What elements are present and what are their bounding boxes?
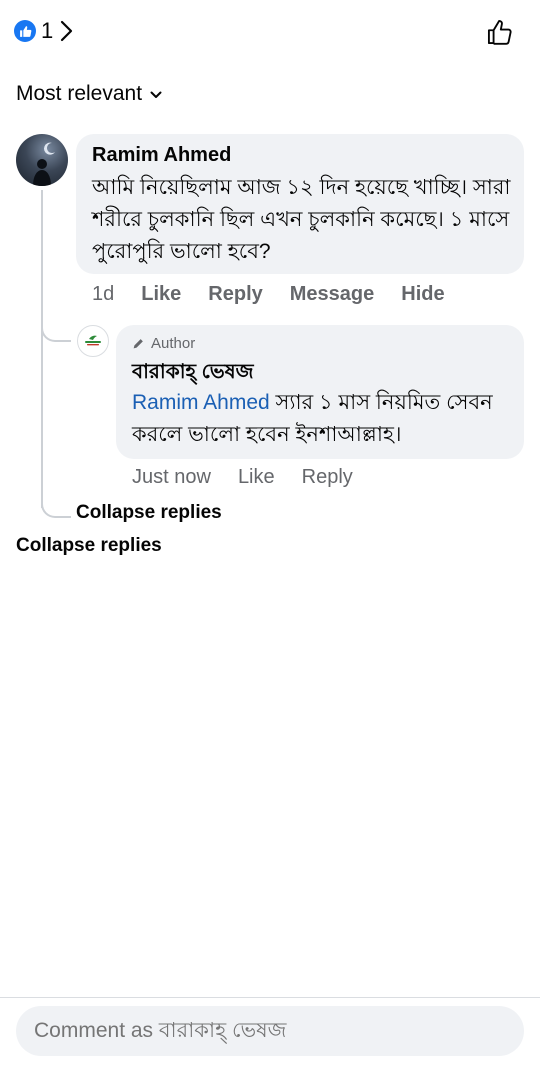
chevron-down-icon: [150, 91, 162, 98]
mention-link[interactable]: Ramim Ahmed: [132, 391, 270, 414]
comment-author[interactable]: Ramim Ahmed: [92, 144, 231, 167]
reply-link[interactable]: Reply: [302, 466, 353, 489]
thread-line: [41, 190, 43, 508]
collapse-replies-button[interactable]: Collapse replies: [76, 502, 222, 524]
chevron-right-icon: [61, 20, 73, 42]
comment-text: আমি নিয়েছিলাম আজ ১২ দিন হয়েছে খাচ্ছি। …: [92, 176, 511, 263]
thread-branch: [41, 494, 71, 518]
pencil-icon: [133, 339, 143, 349]
like-reaction-icon: [14, 20, 36, 42]
reply-actions: Just now Like Reply: [132, 466, 380, 489]
divider: [0, 997, 540, 998]
comment-input[interactable]: [32, 1018, 506, 1044]
reply-time[interactable]: Just now: [132, 466, 211, 489]
reply-bubble: Author বারাকাহ্ ভেষজ Ramim Ahmed স্যার ১…: [116, 325, 524, 459]
message-link[interactable]: Message: [290, 283, 375, 306]
comment-actions: 1d Like Reply Message Hide: [92, 283, 472, 306]
sort-label: Most relevant: [16, 82, 143, 105]
like-count: 1: [41, 18, 54, 43]
hide-link[interactable]: Hide: [401, 283, 444, 306]
reaction-summary[interactable]: 1: [14, 18, 73, 44]
comment-time[interactable]: 1d: [92, 283, 114, 306]
commenter-avatar[interactable]: [16, 134, 68, 186]
author-badge-label: Author: [151, 335, 196, 352]
reaction-bar: 1: [0, 0, 540, 64]
collapse-replies-button[interactable]: Collapse replies: [16, 535, 162, 557]
reply-text: Ramim Ahmed স্যার ১ মাস নিয়মিত সেবন করল…: [132, 387, 512, 451]
like-link[interactable]: Like: [141, 283, 181, 306]
author-badge: Author: [132, 335, 195, 352]
reply-author[interactable]: বারাকাহ্ ভেষজ: [132, 357, 254, 390]
sort-dropdown[interactable]: Most relevant: [16, 82, 162, 106]
comment-composer[interactable]: [16, 1006, 524, 1056]
page-avatar[interactable]: [77, 325, 109, 357]
comment-bubble: Ramim Ahmed আমি নিয়েছিলাম আজ ১২ দিন হয়…: [76, 134, 524, 274]
reply-link[interactable]: Reply: [208, 283, 262, 306]
thread-branch: [41, 318, 71, 342]
like-link[interactable]: Like: [238, 466, 275, 489]
like-button-icon[interactable]: [486, 18, 514, 46]
